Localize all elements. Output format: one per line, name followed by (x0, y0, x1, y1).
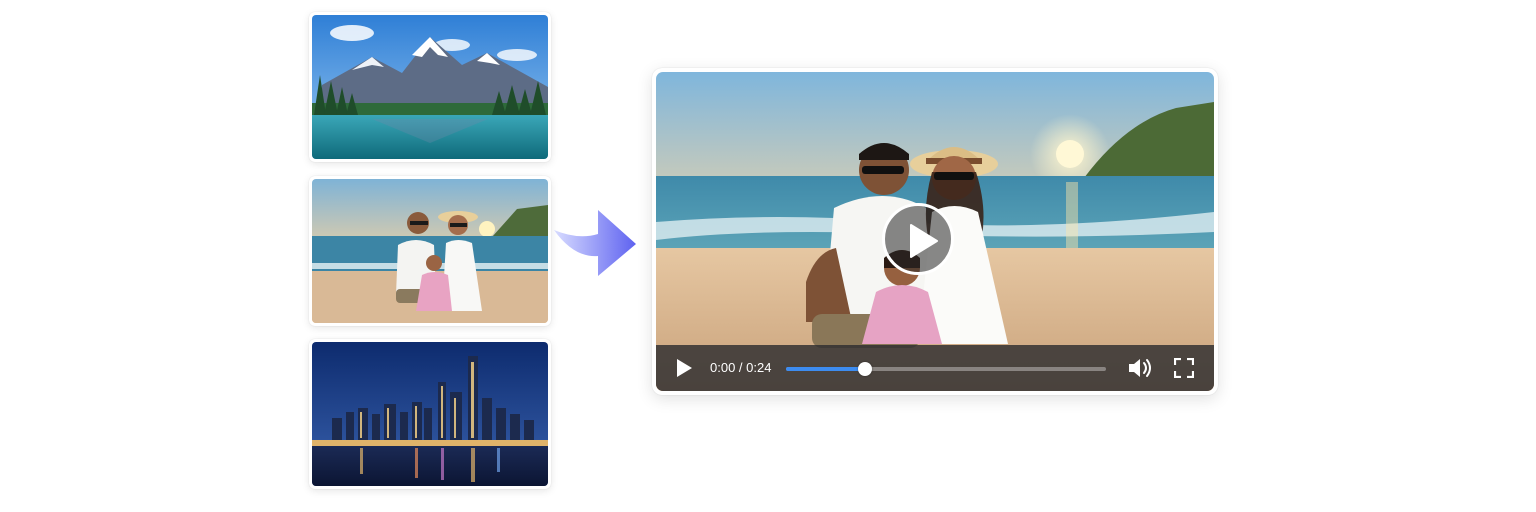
fullscreen-icon[interactable] (1174, 358, 1194, 378)
progress-fill (786, 367, 866, 371)
progress-bar[interactable] (786, 362, 1106, 376)
time-display: 0:00 / 0:24 (710, 360, 771, 376)
center-play-button[interactable] (882, 203, 954, 275)
play-icon[interactable] (674, 358, 694, 378)
video-screen[interactable]: 0:00 / 0:24 (656, 72, 1214, 391)
time-separator: / (735, 360, 747, 375)
thumbnail-mountain-lake[interactable] (309, 12, 551, 162)
player-control-bar: 0:00 / 0:24 (656, 345, 1214, 391)
duration: 0:24 (746, 360, 772, 375)
current-time: 0:00 (710, 360, 736, 375)
thumbnail-city-skyline[interactable] (309, 339, 551, 489)
family-beach-image (312, 179, 548, 323)
arrow-right-icon (554, 210, 636, 276)
mountain-lake-image (312, 15, 548, 159)
volume-icon[interactable] (1128, 357, 1154, 379)
play-icon (910, 224, 938, 258)
thumbnail-family-beach[interactable] (309, 176, 551, 326)
city-skyline-image (312, 342, 548, 486)
progress-scrubber[interactable] (858, 362, 873, 376)
video-player: 0:00 / 0:24 (652, 68, 1218, 395)
